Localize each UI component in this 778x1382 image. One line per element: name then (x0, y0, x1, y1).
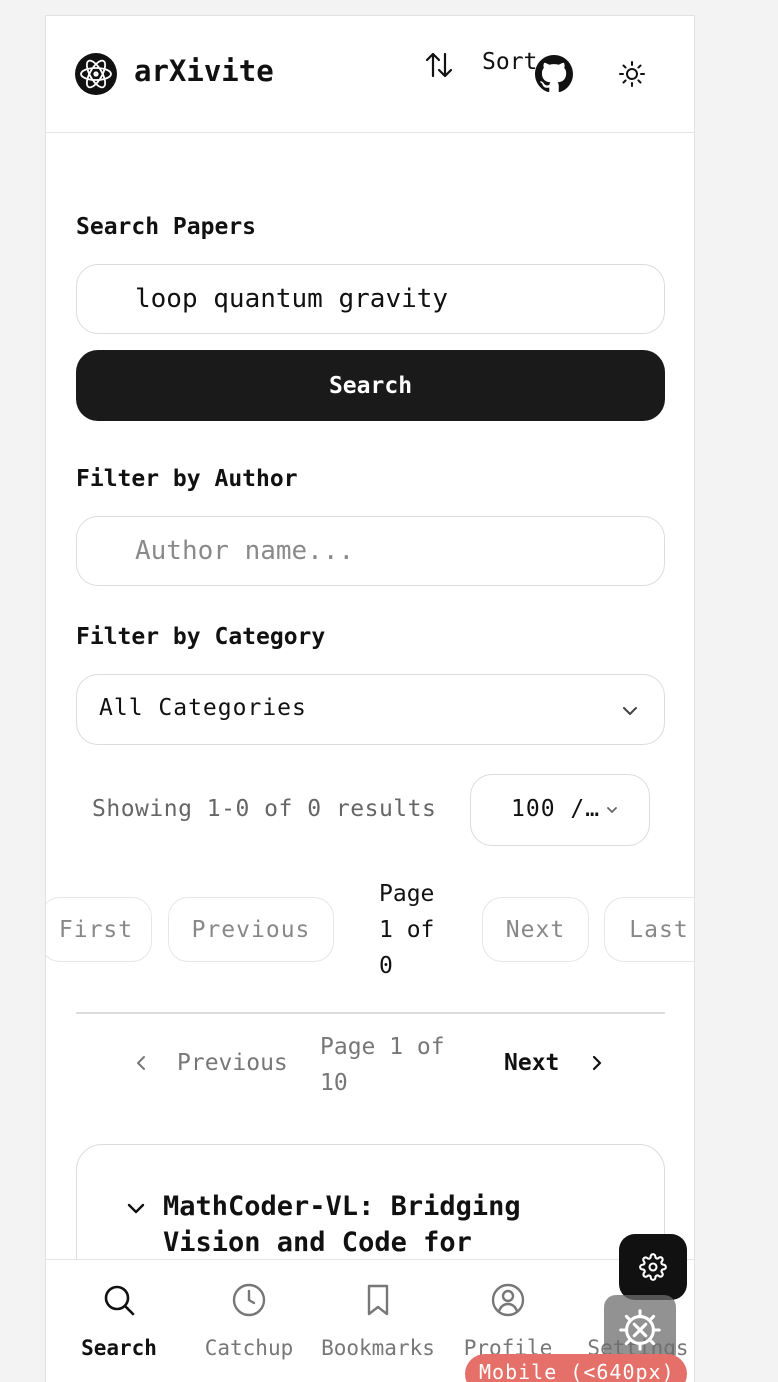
nav-label: Search (81, 1336, 157, 1360)
tools-gear-icon (619, 1309, 661, 1351)
page-indicator-line: Page (379, 881, 435, 907)
page-indicator-line: 0 (379, 953, 393, 979)
atom-logo-icon (75, 53, 117, 95)
page-info-line: Page 1 of (320, 1034, 445, 1060)
per-page-value: 100 /… (511, 796, 601, 822)
nav-item-bookmarks[interactable]: Bookmarks (313, 1260, 443, 1370)
sort-button[interactable]: Sort (482, 49, 537, 75)
sort-icon[interactable] (424, 50, 454, 80)
search-label: Search Papers (76, 214, 257, 240)
category-select[interactable]: All Categories (76, 674, 665, 745)
per-page-select[interactable]: 100 /… (470, 774, 650, 846)
gear-icon (639, 1253, 667, 1281)
page-indicator: Page 1 of 0 (379, 876, 449, 984)
author-field[interactable] (76, 516, 665, 586)
category-filter-label: Filter by Category (76, 624, 326, 650)
nav-label: Bookmarks (321, 1336, 435, 1360)
header: arXivite Sort (46, 16, 694, 133)
github-icon[interactable] (535, 55, 573, 93)
chevron-down-icon[interactable] (125, 1197, 147, 1219)
floating-settings-button[interactable] (619, 1234, 687, 1300)
app-frame: arXivite Sort Search Papers Search Filte… (45, 15, 695, 1382)
previous-button[interactable]: Previous (131, 1050, 288, 1076)
first-page-button[interactable]: First (46, 897, 152, 962)
author-filter-label: Filter by Author (76, 466, 298, 492)
next-button[interactable]: Next (504, 1050, 607, 1076)
previous-page-button[interactable]: Previous (168, 897, 334, 962)
next-label: Next (504, 1050, 560, 1076)
chevron-right-icon (593, 1055, 602, 1071)
divider (76, 1012, 665, 1014)
nav-label: Catchup (204, 1336, 294, 1360)
chevron-left-icon (137, 1056, 145, 1070)
search-button[interactable]: Search (76, 350, 665, 421)
next-page-button[interactable]: Next (482, 897, 589, 962)
page-info-line: 10 (320, 1070, 348, 1096)
nav-item-search[interactable]: Search (54, 1260, 184, 1370)
last-page-button[interactable]: Last (604, 897, 694, 962)
user-circle-icon (491, 1283, 525, 1317)
search-input[interactable] (135, 279, 635, 319)
search-field[interactable] (76, 264, 665, 334)
app-title: arXivite (134, 54, 274, 88)
chevron-down-icon (623, 707, 637, 715)
author-input[interactable] (135, 531, 635, 571)
previous-label: Previous (177, 1050, 288, 1076)
breakpoint-badge: Mobile (<640px) (465, 1354, 687, 1382)
paper-title[interactable]: MathCoder-VL: Bridging Vision and Code f… (163, 1189, 633, 1261)
chevron-down-icon (607, 807, 617, 813)
clock-icon (232, 1283, 266, 1317)
category-selected: All Categories (99, 695, 307, 721)
sun-icon[interactable] (618, 60, 646, 88)
page-info: Page 1 of 10 (320, 1029, 480, 1101)
bookmark-icon (367, 1284, 389, 1316)
nav-item-catchup[interactable]: Catchup (184, 1260, 314, 1370)
page-indicator-line: 1 of (379, 917, 435, 943)
search-icon (104, 1285, 135, 1316)
results-count: Showing 1-0 of 0 results (92, 796, 437, 822)
